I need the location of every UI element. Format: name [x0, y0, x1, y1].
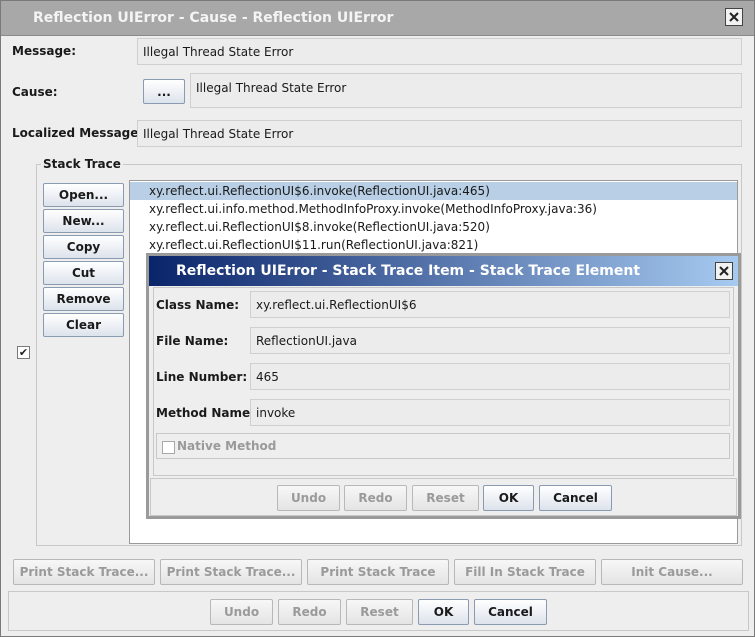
new-button[interactable]: New...: [43, 209, 124, 233]
method-name-field[interactable]: invoke: [250, 399, 730, 426]
line-number-value: 465: [256, 369, 279, 384]
native-method-row: Native Method: [156, 433, 730, 459]
reset-button[interactable]: Reset: [346, 599, 413, 625]
line-number-label: Line Number:: [156, 370, 248, 384]
dialog-title: Reflection UIError - Stack Trace Item - …: [176, 263, 641, 279]
list-item[interactable]: xy.reflect.ui.ReflectionUI$6.invoke(Refl…: [130, 182, 737, 200]
localized-message-label: Localized Message:: [12, 126, 144, 140]
dialog-close-button[interactable]: [715, 262, 733, 280]
window-title: Reflection UIError - Cause - Reflection …: [33, 10, 394, 26]
close-icon: [719, 266, 729, 276]
line-number-field[interactable]: 465: [250, 363, 730, 390]
undo-button[interactable]: Undo: [210, 599, 273, 625]
init-cause-button[interactable]: Init Cause...: [601, 559, 743, 585]
copy-button[interactable]: Copy: [43, 235, 124, 259]
list-item[interactable]: xy.reflect.ui.info.method.MethodInfoProx…: [130, 200, 737, 218]
cause-field[interactable]: Illegal Thread State Error: [190, 73, 742, 108]
stack-trace-title: Stack Trace: [41, 157, 123, 171]
dialog-redo-button[interactable]: Redo: [344, 485, 407, 511]
file-name-field[interactable]: ReflectionUI.java: [250, 327, 730, 354]
dialog-titlebar[interactable]: Reflection UIError - Stack Trace Item - …: [149, 256, 738, 286]
dialog-ok-button[interactable]: OK: [483, 485, 534, 511]
cut-button[interactable]: Cut: [43, 261, 124, 285]
stack-trace-checkbox[interactable]: ✔: [17, 346, 30, 359]
list-item[interactable]: xy.reflect.ui.ReflectionUI$11.run(Reflec…: [130, 236, 737, 254]
print-stack-trace-button-2[interactable]: Print Stack Trace...: [160, 559, 302, 585]
cause-browse-button[interactable]: ...: [143, 79, 185, 104]
class-name-label: Class Name:: [156, 298, 240, 312]
localized-message-value: Illegal Thread State Error: [143, 126, 294, 141]
cause-label: Cause:: [12, 85, 58, 99]
dialog-undo-button[interactable]: Undo: [277, 485, 340, 511]
message-field[interactable]: Illegal Thread State Error: [137, 38, 742, 65]
print-stack-trace-button-3[interactable]: Print Stack Trace: [307, 559, 449, 585]
class-name-value: xy.reflect.ui.ReflectionUI$6: [256, 297, 417, 312]
window-close-button[interactable]: [725, 8, 743, 26]
remove-button[interactable]: Remove: [43, 287, 124, 311]
dialog-cancel-button[interactable]: Cancel: [539, 485, 612, 511]
method-name-value: invoke: [256, 405, 296, 420]
native-method-label: Native Method: [177, 439, 277, 453]
file-name-value: ReflectionUI.java: [256, 333, 357, 348]
localized-message-field[interactable]: Illegal Thread State Error: [137, 120, 742, 147]
open-button[interactable]: Open...: [43, 183, 124, 207]
message-value: Illegal Thread State Error: [143, 44, 294, 59]
list-item[interactable]: xy.reflect.ui.ReflectionUI$8.invoke(Refl…: [130, 218, 737, 236]
file-name-label: File Name:: [156, 334, 229, 348]
print-stack-trace-button-1[interactable]: Print Stack Trace...: [13, 559, 155, 585]
close-icon: [729, 12, 739, 22]
cancel-button[interactable]: Cancel: [474, 599, 547, 625]
dialog-reset-button[interactable]: Reset: [412, 485, 479, 511]
fill-in-stack-trace-button[interactable]: Fill In Stack Trace: [454, 559, 596, 585]
stack-trace-element-dialog: Reflection UIError - Stack Trace Item - …: [146, 253, 741, 519]
method-name-label: Method Name:: [156, 406, 255, 420]
window-titlebar[interactable]: Reflection UIError - Cause - Reflection …: [1, 1, 754, 36]
class-name-field[interactable]: xy.reflect.ui.ReflectionUI$6: [250, 291, 730, 318]
cause-value: Illegal Thread State Error: [196, 81, 347, 95]
ok-button[interactable]: OK: [418, 599, 469, 625]
native-method-checkbox[interactable]: [162, 441, 175, 454]
clear-button[interactable]: Clear: [43, 313, 124, 337]
message-label: Message:: [12, 44, 76, 58]
redo-button[interactable]: Redo: [278, 599, 341, 625]
